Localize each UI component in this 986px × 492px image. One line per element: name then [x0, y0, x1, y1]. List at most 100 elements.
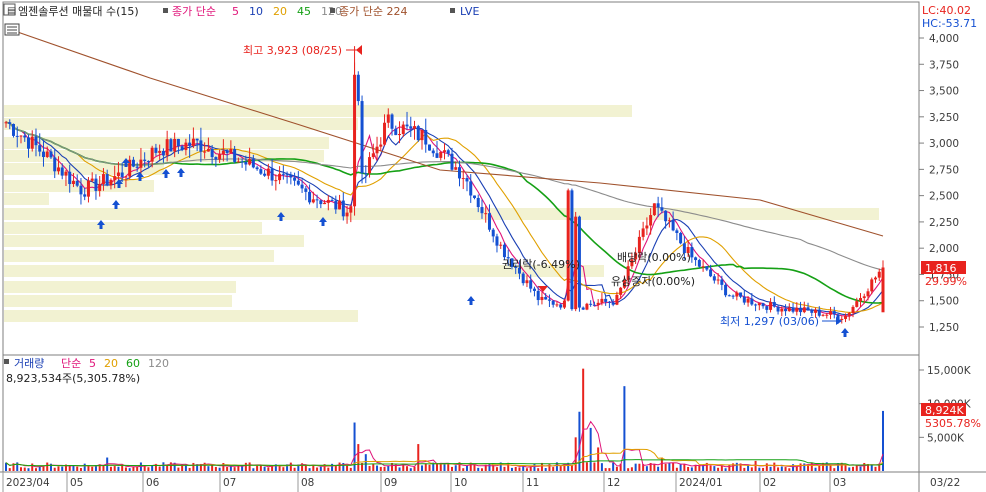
candle-body — [375, 146, 379, 154]
candle-body — [390, 114, 394, 129]
candle-body — [532, 288, 536, 291]
candle-body — [667, 220, 671, 222]
volume-bar — [724, 468, 727, 471]
volume-bar — [855, 465, 858, 471]
last-candle — [881, 267, 885, 313]
candle-body — [386, 114, 390, 123]
price-tick-label: 2,250 — [929, 217, 959, 229]
volume-profile-bar — [4, 118, 358, 130]
candle-body — [398, 133, 402, 136]
candle-body — [757, 303, 761, 306]
candle-body — [150, 147, 154, 162]
volume-bar — [717, 467, 720, 471]
volume-bar — [177, 467, 180, 471]
volume-bar — [634, 463, 637, 471]
volume-bar — [762, 467, 765, 471]
volume-bar — [758, 467, 761, 471]
volume-pane[interactable] — [2, 354, 920, 473]
candle-body — [60, 167, 64, 176]
candle-body — [754, 304, 758, 306]
candle-body — [319, 200, 323, 205]
candle-body — [769, 302, 773, 310]
volume-bar — [72, 465, 75, 471]
stock-chart[interactable]: 2023/04 05 06 07 08 09 10 11 12 2024/01 02 03 1,250… — [0, 0, 986, 492]
candle-body — [596, 302, 600, 305]
price-tick-label: 1,250 — [929, 322, 959, 334]
volume-bar — [829, 465, 832, 471]
rights-annotation: 권리락(-6.49%) — [502, 258, 580, 271]
candle-body — [825, 314, 829, 316]
volume-bar — [379, 466, 382, 471]
price-ma-period: 20 — [273, 5, 287, 18]
volume-bar — [263, 466, 266, 471]
volume-bar — [720, 465, 723, 471]
candle-body — [795, 307, 799, 312]
candle-body — [116, 172, 120, 177]
candle-body — [435, 153, 439, 158]
price-ma2-legend: 종가 단순 224 — [339, 5, 407, 18]
candle-body — [368, 157, 372, 174]
volume-bar — [42, 466, 45, 471]
candle-body — [742, 296, 746, 303]
candle-body — [611, 302, 615, 305]
volume-bar — [465, 465, 468, 471]
volume-bar — [27, 468, 30, 471]
volume-profile-bar — [4, 310, 358, 322]
volume-bar — [874, 466, 877, 471]
candle-body — [356, 74, 360, 102]
candle-body — [34, 136, 38, 146]
candle-body — [68, 171, 72, 185]
candle-body — [671, 220, 675, 231]
bonus-annotation: 유상증자(0.00%) — [611, 275, 695, 288]
candle-body — [191, 138, 195, 146]
candle-body — [675, 230, 679, 233]
volume-bar — [574, 437, 577, 471]
candle-body — [495, 236, 499, 246]
candle-body — [656, 203, 660, 208]
candle-body — [75, 180, 79, 186]
volume-bar — [582, 368, 585, 471]
candle-body — [270, 168, 274, 181]
candle-body — [285, 174, 289, 176]
volume-bar — [8, 468, 11, 471]
candle-body — [131, 159, 135, 167]
volume-bar — [188, 467, 191, 471]
candle-body — [210, 148, 214, 158]
volume-bar — [743, 467, 746, 471]
candle-body — [416, 126, 420, 141]
candle-body — [499, 244, 503, 246]
candle-body — [308, 191, 312, 203]
candle-body — [229, 149, 233, 154]
candle-body — [649, 215, 653, 226]
volume-bar — [623, 386, 626, 471]
candle-body — [862, 296, 866, 299]
volume-bar — [132, 467, 135, 471]
volume-bar — [615, 466, 618, 471]
candle-body — [814, 309, 818, 313]
candle-body — [761, 303, 765, 307]
candle-body — [461, 178, 465, 180]
candle-body — [109, 179, 113, 186]
candle-body — [784, 308, 788, 312]
volume-bar — [803, 463, 806, 471]
volume-bar — [450, 466, 453, 471]
high-annotation: 최고 3,923 (08/25) — [243, 44, 342, 57]
candle-body — [38, 145, 42, 152]
volume-bar — [113, 466, 116, 471]
candle-body — [791, 307, 795, 312]
candle-body — [8, 122, 12, 124]
volume-bar — [424, 463, 427, 471]
candle-body — [570, 190, 574, 310]
volume-bar — [679, 463, 682, 471]
volume-bar — [53, 467, 56, 471]
volume-ma-period: 20 — [104, 357, 118, 370]
candle-body — [697, 260, 701, 267]
candle-body — [338, 200, 342, 210]
volume-bar — [319, 466, 322, 471]
candle-body — [465, 178, 469, 182]
volume-bar — [537, 468, 540, 471]
candle-body — [255, 167, 259, 170]
volume-bar — [166, 465, 169, 471]
candle-body — [79, 185, 83, 195]
volume-bar — [773, 462, 776, 471]
